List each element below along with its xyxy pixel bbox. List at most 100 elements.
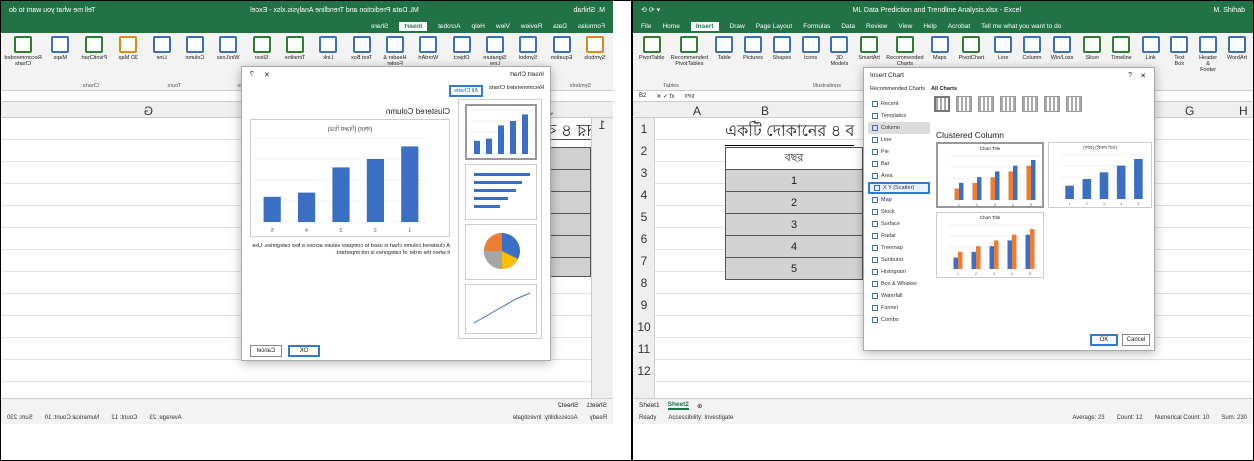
chart-type-x-y-scatter[interactable]: X Y (Scatter) [868, 182, 930, 194]
table-cell[interactable]: 2 [725, 191, 863, 214]
col-header[interactable]: G [144, 104, 153, 118]
chart-type-combo[interactable]: Combo [868, 314, 930, 326]
row-number[interactable]: 7 [633, 254, 655, 268]
tab-review[interactable]: Review [866, 23, 887, 30]
tab-draw[interactable]: Draw [730, 23, 745, 30]
formula-input[interactable]: বছর [684, 91, 694, 102]
sheet-tab-2[interactable]: Sheet2 [667, 401, 689, 410]
row-number[interactable]: 12 [633, 364, 655, 378]
row-number[interactable]: 9 [633, 298, 655, 312]
search-hint[interactable]: Tell me what you want to do [9, 7, 95, 14]
tab-acrobat[interactable]: Acrobat [438, 23, 460, 30]
table-button[interactable]: Table [714, 36, 734, 87]
tab-formulas[interactable]: Formulas [578, 23, 605, 30]
tab-share[interactable]: Share [371, 23, 388, 30]
col-header-h[interactable]: H [1239, 104, 1248, 118]
ok-button[interactable]: OK [288, 345, 320, 357]
chart-type-column[interactable]: Column [868, 122, 930, 134]
chart-type-bar[interactable]: Bar [868, 158, 930, 170]
preview-3[interactable]: Chart Title 1 2 3 4 5 [936, 212, 1044, 278]
sheet-tab-1[interactable]: Sheet1 [639, 402, 660, 409]
subtype-3d-column-icon[interactable] [1066, 96, 1082, 112]
ok-button[interactable]: OK [1090, 334, 1118, 346]
chart-type-histogram[interactable]: Histogram [868, 266, 930, 278]
col-header-b[interactable]: B [761, 104, 769, 118]
tab-insert[interactable]: Insert [690, 21, 719, 31]
3d-models-button[interactable]: 3D Models [829, 36, 849, 87]
add-sheet-icon[interactable]: ⊕ [697, 402, 702, 410]
status-accessibility-investigate[interactable]: Accessibility: Investigate [513, 415, 578, 421]
tab-recommended-charts[interactable]: Recommended Charts [489, 85, 544, 97]
sheet-tab-1[interactable]: Sheet1 [586, 402, 607, 409]
tab-formulas[interactable]: Formulas [803, 23, 830, 30]
tab-review[interactable]: Review [521, 23, 542, 30]
maps-button[interactable]: Maps [48, 36, 72, 87]
tab-all-charts[interactable]: All Charts [931, 86, 957, 92]
quick-access-icons[interactable]: ⟲ ⟳ ▾ [641, 6, 660, 14]
preview-2[interactable]: (বছর) (বিক্রয় চিত্র) 12345 [1048, 142, 1152, 208]
help-icon[interactable]: ? [250, 71, 254, 78]
tab-help[interactable]: Help [923, 23, 936, 30]
shapes-button[interactable]: Shapes [772, 36, 792, 87]
cancel-button[interactable]: Cancel [250, 345, 282, 357]
tab-insert[interactable]: Insert [399, 21, 428, 31]
chart-type-pie[interactable]: Pie [868, 146, 930, 158]
text-box-button[interactable]: Text Box [1169, 36, 1189, 87]
preview-1[interactable]: Chart Title 1 2 3 4 5 [936, 142, 1044, 208]
chart-type-funnel[interactable]: Funnel [868, 302, 930, 314]
thumb-line[interactable] [465, 284, 537, 334]
subtype-100-stacked-column-icon[interactable] [978, 96, 994, 112]
chart-type-surface[interactable]: Surface [868, 218, 930, 230]
row-number[interactable]: 3 [633, 166, 655, 180]
chart-type-sunburst[interactable]: Sunburst [868, 254, 930, 266]
wordart-button[interactable]: WordArt [1227, 36, 1247, 87]
tab-recommended-charts[interactable]: Recommended Charts [870, 86, 925, 92]
thumb-bar[interactable] [465, 164, 537, 220]
win-loss-button[interactable]: Win/Loss [216, 36, 240, 87]
table-cell[interactable]: 4 [725, 235, 863, 258]
equation-button[interactable]: Equation [549, 36, 573, 87]
subtype-clustered-column-icon[interactable] [934, 96, 950, 112]
status-accessibility-investigate[interactable]: Accessibility: Investigate [668, 415, 733, 421]
name-box[interactable]: B2 [639, 93, 646, 99]
pivottable-button[interactable]: PivotTable [639, 36, 664, 87]
pivotchart-button[interactable]: PivotChart [81, 36, 107, 87]
table-cell[interactable]: 1 [725, 169, 863, 192]
row-number[interactable]: 11 [633, 342, 655, 356]
recommended-charts-button[interactable]: Recommended Charts [4, 36, 42, 87]
row-number[interactable]: 2 [633, 144, 655, 158]
row-number[interactable]: 6 [633, 232, 655, 246]
tab-view[interactable]: View [496, 23, 510, 30]
symbols-button[interactable]: Symbols [583, 36, 607, 87]
thumb-pie[interactable] [465, 224, 537, 280]
chart-type-box-whisker[interactable]: Box & Whisker [868, 278, 930, 290]
tab-home[interactable]: Home [662, 23, 679, 30]
icons-button[interactable]: Icons [801, 36, 821, 87]
row-number[interactable]: 8 [633, 276, 655, 290]
row-number[interactable]: 1 [633, 122, 655, 136]
subtype-3d-100-column-icon[interactable] [1044, 96, 1060, 112]
row-number[interactable]: 5 [633, 210, 655, 224]
subtype-stacked-column-icon[interactable] [956, 96, 972, 112]
row-number[interactable]: 10 [633, 320, 655, 334]
tab-file[interactable]: File [641, 23, 651, 30]
tab-data[interactable]: Data [553, 23, 567, 30]
chart-type-stock[interactable]: Stock [868, 206, 930, 218]
chart-type-waterfall[interactable]: Waterfall [868, 290, 930, 302]
chart-type-templates[interactable]: Templates [868, 110, 930, 122]
line-button[interactable]: Line [149, 36, 173, 87]
chart-type-treemap[interactable]: Treemap [868, 242, 930, 254]
sheet-tab-2[interactable]: Sheet2 [558, 402, 579, 409]
tab-view[interactable]: View [898, 23, 912, 30]
close-icon[interactable]: ✕ [264, 71, 270, 79]
chart-type-recent[interactable]: Recent [868, 98, 930, 110]
tab-data[interactable]: Data [841, 23, 855, 30]
cancel-button[interactable]: Cancel [1122, 334, 1150, 346]
3d-map-button[interactable]: 3D Map [116, 36, 140, 87]
chart-type-radar[interactable]: Radar [868, 230, 930, 242]
subtype-3d-clustered-column-icon[interactable] [1000, 96, 1016, 112]
tab-page-layout[interactable]: Page Layout [756, 23, 793, 30]
tab-tell-me-what-you-want-to-do[interactable]: Tell me what you want to do [981, 23, 1061, 30]
chart-type-area[interactable]: Area [868, 170, 930, 182]
table-header-cell[interactable]: বছর [725, 147, 863, 170]
